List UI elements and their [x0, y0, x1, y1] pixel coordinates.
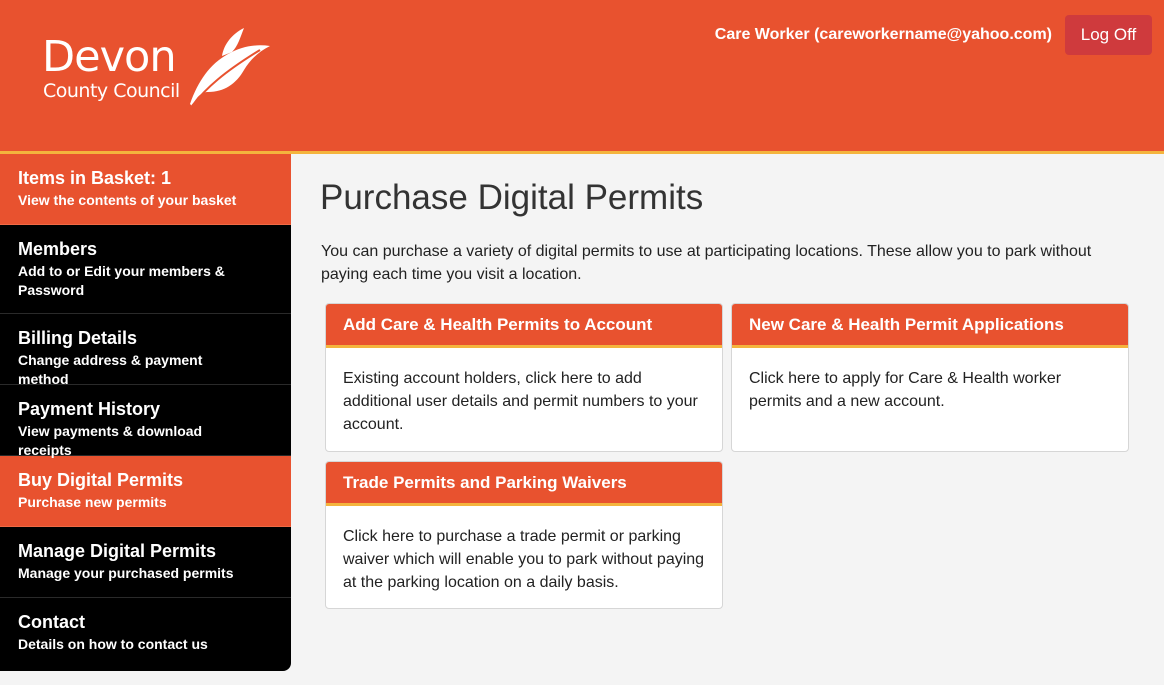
sidebar-item-subtitle: Purchase new permits: [18, 494, 167, 510]
logged-in-user: Care Worker (careworkername@yahoo.com): [714, 26, 1052, 43]
card-body: Click here to purchase a trade permit or…: [343, 528, 705, 591]
sidebar-item-subtitle: View payments & download receipts: [18, 423, 203, 458]
log-off-button[interactable]: Log Off: [1065, 15, 1152, 55]
sidebar-item-subtitle: Change address & payment method: [18, 352, 203, 387]
card-new-care-health-permit-applications[interactable]: New Care & Health Permit Applications Cl…: [731, 303, 1129, 452]
card-title: New Care & Health Permit Applications: [732, 304, 1128, 348]
card-trade-permits-parking-waivers[interactable]: Trade Permits and Parking Waivers Click …: [325, 461, 723, 609]
sidebar-item-title: Buy Digital Permits: [18, 470, 184, 490]
sidebar-item-billing-details[interactable]: Billing Details Change address & payment…: [0, 314, 291, 387]
sidebar-item-manage-digital-permits[interactable]: Manage Digital Permits Manage your purch…: [0, 527, 291, 598]
card-title: Add Care & Health Permits to Account: [326, 304, 722, 348]
sidebar-item-title: Members: [18, 239, 98, 259]
sidebar-item-title: Billing Details: [18, 328, 138, 348]
card-body: Click here to apply for Care & Health wo…: [749, 370, 1062, 410]
leaf-icon: [190, 28, 270, 107]
sidebar-item-title: Manage Digital Permits: [18, 541, 217, 561]
devon-county-council-logo[interactable]: Devon County Council: [40, 26, 280, 116]
sidebar-item-basket[interactable]: Items in Basket: 1 View the contents of …: [0, 154, 291, 225]
sidebar-item-subtitle: Add to or Edit your members & Password: [18, 263, 225, 298]
sidebar-item-subtitle: View the contents of your basket: [18, 192, 237, 208]
page-title: Purchase Digital Permits: [320, 178, 704, 217]
logo-text-county-council: County Council: [43, 80, 180, 102]
site-header: Devon County Council Care Worker (carewo…: [0, 0, 1164, 151]
sidebar-item-subtitle: Manage your purchased permits: [18, 565, 234, 581]
card-title: Trade Permits and Parking Waivers: [326, 462, 722, 506]
sidebar-item-title: Items in Basket: 1: [18, 168, 172, 188]
sidebar-item-buy-digital-permits[interactable]: Buy Digital Permits Purchase new permits: [0, 456, 291, 527]
card-body: Existing account holders, click here to …: [343, 370, 698, 433]
sidebar-item-title: Payment History: [18, 399, 161, 419]
intro-text: You can purchase a variety of digital pe…: [321, 243, 1092, 283]
sidebar-item-subtitle: Details on how to contact us: [18, 636, 208, 652]
logo-text-devon: Devon: [42, 32, 177, 82]
sidebar-nav: Items in Basket: 1 View the contents of …: [0, 154, 291, 671]
sidebar-item-title: Contact: [18, 612, 85, 632]
card-add-care-health-permits[interactable]: Add Care & Health Permits to Account Exi…: [325, 303, 723, 452]
sidebar-item-members[interactable]: Members Add to or Edit your members & Pa…: [0, 225, 291, 314]
sidebar-item-payment-history[interactable]: Payment History View payments & download…: [0, 385, 291, 458]
sidebar-item-contact[interactable]: Contact Details on how to contact us: [0, 598, 291, 669]
